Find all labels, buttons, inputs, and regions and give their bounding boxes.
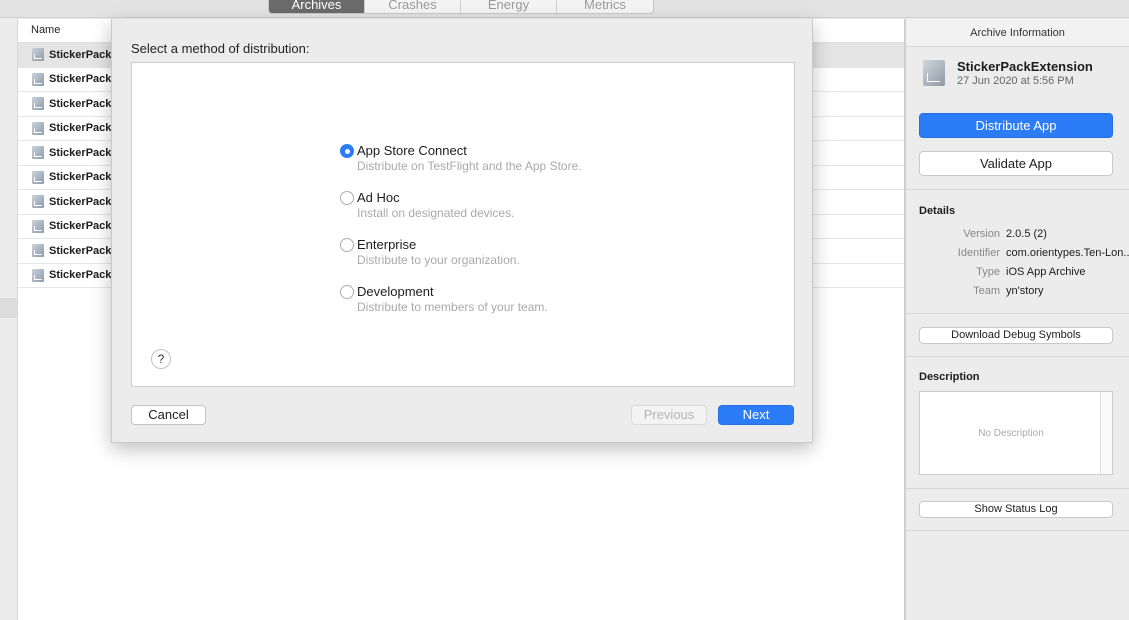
- description-placeholder: No Description: [978, 428, 1044, 439]
- archive-file-icon: [32, 244, 44, 258]
- archive-icon: [923, 60, 945, 86]
- option-title: App Store Connect: [357, 143, 467, 158]
- sidebar-selection[interactable]: [0, 298, 18, 318]
- archive-date: 27 Jun 2020 at 5:56 PM: [957, 75, 1074, 87]
- option-title: Ad Hoc: [357, 190, 400, 205]
- top-tab-bar: Archives Crashes Energy Metrics: [0, 0, 1129, 18]
- option-description: Distribute to members of your team.: [357, 300, 548, 314]
- radio-button[interactable]: [340, 144, 354, 158]
- detail-key: Type: [976, 266, 1000, 278]
- divider: [906, 313, 1129, 314]
- option-description: Distribute on TestFlight and the App Sto…: [357, 159, 582, 173]
- archive-file-icon: [32, 97, 44, 111]
- segmented-control: Archives Crashes Energy Metrics: [268, 0, 654, 14]
- archive-file-icon: [32, 146, 44, 160]
- option-title: Enterprise: [357, 237, 417, 252]
- description-field[interactable]: No Description: [919, 391, 1113, 475]
- archive-name: StickerPackExtension: [957, 59, 1093, 74]
- distribution-sheet: Select a method of distribution: App Sto…: [111, 19, 813, 443]
- tab-archives[interactable]: Archives: [269, 0, 365, 13]
- archive-file-icon: [32, 219, 44, 233]
- details-heading: Details: [919, 205, 956, 217]
- archive-inspector: Archive Information StickerPackExtension…: [905, 19, 1129, 620]
- option-description: Distribute to your organization.: [357, 253, 520, 267]
- previous-button[interactable]: Previous: [631, 405, 707, 425]
- left-sidebar-strip: [0, 19, 18, 620]
- archive-file-icon: [32, 72, 44, 86]
- archive-file-icon: [32, 121, 44, 135]
- archive-file-icon: [32, 48, 44, 62]
- option-description: Install on designated devices.: [357, 206, 515, 220]
- next-button[interactable]: Next: [718, 405, 794, 425]
- help-button[interactable]: ?: [151, 349, 171, 369]
- radio-button[interactable]: [340, 191, 354, 205]
- description-scrollbar[interactable]: [1100, 392, 1112, 474]
- description-heading: Description: [919, 371, 980, 383]
- validate-app-button[interactable]: Validate App: [919, 151, 1113, 176]
- detail-value: iOS App Archive: [1006, 266, 1086, 278]
- divider: [906, 488, 1129, 489]
- detail-value: yn'story: [1006, 285, 1044, 297]
- detail-value: com.orientypes.Ten-Lon...: [1006, 247, 1129, 259]
- tab-metrics[interactable]: Metrics: [557, 0, 653, 13]
- radio-button[interactable]: [340, 285, 354, 299]
- option-title: Development: [357, 284, 434, 299]
- detail-key: Version: [963, 228, 1000, 240]
- tab-crashes[interactable]: Crashes: [365, 0, 461, 13]
- inspector-title: Archive Information: [906, 19, 1129, 47]
- archive-file-icon: [32, 195, 44, 209]
- divider: [906, 189, 1129, 190]
- distribute-app-button[interactable]: Distribute App: [919, 113, 1113, 138]
- archive-file-icon: [32, 268, 44, 282]
- tab-energy[interactable]: Energy: [461, 0, 557, 13]
- archive-file-icon: [32, 170, 44, 184]
- method-options-panel: App Store Connect Distribute on TestFlig…: [131, 62, 795, 387]
- detail-key: Team: [973, 285, 1000, 297]
- cancel-button[interactable]: Cancel: [131, 405, 206, 425]
- download-debug-symbols-button[interactable]: Download Debug Symbols: [919, 327, 1113, 344]
- divider: [906, 356, 1129, 357]
- radio-button[interactable]: [340, 238, 354, 252]
- show-status-log-button[interactable]: Show Status Log: [919, 501, 1113, 518]
- detail-value: 2.0.5 (2): [1006, 228, 1047, 240]
- detail-key: Identifier: [957, 247, 1000, 259]
- sheet-title: Select a method of distribution:: [131, 41, 310, 56]
- divider: [906, 530, 1129, 531]
